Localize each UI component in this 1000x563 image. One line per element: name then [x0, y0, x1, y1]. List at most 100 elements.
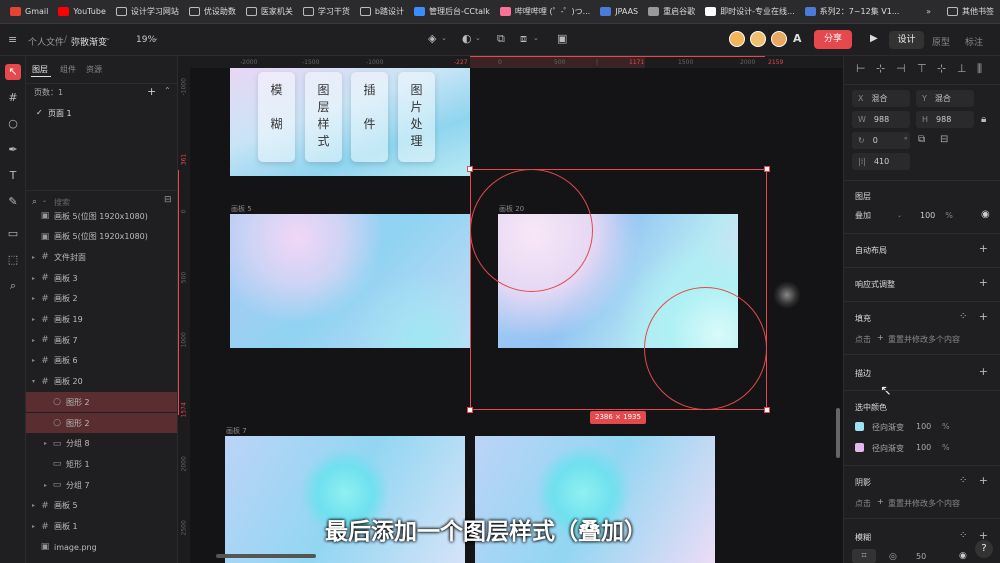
- align-center-h-icon[interactable]: ⊹: [876, 62, 885, 75]
- expand-caret-icon[interactable]: ▸: [32, 295, 40, 302]
- mask-icon[interactable]: ◐: [462, 32, 472, 45]
- align-top-icon[interactable]: ⊤: [917, 62, 927, 75]
- tab-annotate[interactable]: 标注: [965, 35, 983, 48]
- vertical-scrollbar[interactable]: [836, 408, 840, 458]
- resize-handle[interactable]: [764, 407, 770, 413]
- layer-row[interactable]: ▸ ▭ 分组 8: [26, 434, 177, 454]
- card-layer-style[interactable]: 图 层 样 式: [305, 72, 342, 162]
- height-field[interactable]: H 988: [916, 111, 974, 128]
- spacing-field[interactable]: |⁞| 410: [852, 153, 910, 170]
- expand-caret-icon[interactable]: ▸: [32, 357, 40, 364]
- tab-components[interactable]: 组件: [60, 64, 76, 75]
- color-swatch[interactable]: [855, 443, 864, 452]
- distribute-icon[interactable]: ⫼: [977, 62, 982, 76]
- tab-prototype[interactable]: 原型: [932, 35, 950, 48]
- add-shadow-icon[interactable]: +: [979, 474, 988, 487]
- layer-row[interactable]: ▸ # 画板 3: [26, 268, 177, 288]
- component-icon[interactable]: ◈: [428, 32, 436, 45]
- avatar[interactable]: [750, 31, 766, 47]
- add-auto-layout-icon[interactable]: +: [979, 242, 988, 255]
- grid-dots-icon[interactable]: ⁘: [959, 530, 967, 541]
- align-bottom-icon[interactable]: ⊥: [957, 62, 967, 75]
- help-button[interactable]: ?: [975, 540, 993, 558]
- chevron-down-icon[interactable]: ⌄: [533, 34, 539, 42]
- blur-value[interactable]: 50: [916, 552, 926, 561]
- layout-icon[interactable]: ⊟: [164, 195, 172, 205]
- bookmarks-more-button[interactable]: »: [926, 7, 931, 16]
- artboard-5[interactable]: [230, 214, 470, 348]
- avatar[interactable]: [729, 31, 745, 47]
- card-blur[interactable]: 模 糊: [258, 72, 295, 162]
- blend-mode-select[interactable]: 叠加 ⌄: [852, 207, 910, 224]
- width-field[interactable]: W 988: [852, 111, 910, 128]
- expand-caret-icon[interactable]: ▸: [32, 254, 40, 261]
- expand-caret-icon[interactable]: ▸: [32, 337, 40, 344]
- breadcrumb-root[interactable]: 个人文件: [28, 35, 64, 48]
- share-button[interactable]: 分享: [814, 30, 852, 49]
- expand-caret-icon[interactable]: ▾: [32, 378, 40, 385]
- add-responsive-icon[interactable]: +: [979, 276, 988, 289]
- flip-vertical-icon[interactable]: ⊟: [940, 134, 948, 145]
- bookmark-item[interactable]: 重启谷歌: [648, 6, 695, 17]
- plugin-tool-icon[interactable]: ⬚: [5, 252, 21, 268]
- layer-row[interactable]: ▸ # 画板 1: [26, 517, 177, 537]
- add-fill-icon[interactable]: +: [979, 310, 988, 323]
- layer-row[interactable]: ▣ 画板 5(位图 1920x1080): [26, 206, 177, 226]
- ellipse-outline[interactable]: [470, 169, 593, 292]
- x-field[interactable]: X 混合: [852, 90, 910, 107]
- tab-design[interactable]: 设计: [889, 31, 924, 49]
- bookmark-item[interactable]: 系列2：7~12集 V1...: [804, 6, 899, 17]
- resize-handle[interactable]: [467, 407, 473, 413]
- chevron-up-icon[interactable]: ⌃: [164, 86, 171, 95]
- bookmark-item[interactable]: 即时设计-专业在线...: [705, 6, 795, 17]
- play-icon[interactable]: ▶: [870, 33, 878, 44]
- tab-assets[interactable]: 资源: [86, 64, 102, 75]
- grid-dots-icon[interactable]: ⁘: [959, 475, 967, 486]
- layer-row[interactable]: ▭ 矩形 1: [26, 454, 177, 474]
- pen-tool-icon[interactable]: ✒: [5, 142, 21, 158]
- bookmark-item[interactable]: 学习干货: [302, 6, 350, 17]
- align-left-icon[interactable]: ⊢: [856, 62, 866, 75]
- bookmark-item[interactable]: 设计学习网站: [115, 6, 179, 17]
- layer-row[interactable]: ▣ image.png: [26, 537, 177, 557]
- layer-row[interactable]: ▸ # 画板 5: [26, 496, 177, 516]
- chevron-down-icon[interactable]: ⌄: [441, 34, 447, 42]
- font-icon[interactable]: A: [793, 32, 802, 45]
- layer-row[interactable]: ▸ # 画板 6: [26, 351, 177, 371]
- frame-tool-icon[interactable]: #: [5, 90, 21, 106]
- bookmark-item[interactable]: b踏设计: [359, 6, 404, 17]
- ellipse-tool-icon[interactable]: ○: [5, 116, 21, 132]
- expand-caret-icon[interactable]: ▸: [32, 502, 40, 509]
- layer-row[interactable]: ▣ 画板 5(位图 1920x1080): [26, 227, 177, 247]
- select-tool-icon[interactable]: ↖: [5, 64, 21, 80]
- crop-icon[interactable]: ⧉: [497, 32, 505, 46]
- layer-row[interactable]: ▾ # 画板 20: [26, 372, 177, 392]
- expand-caret-icon[interactable]: ▸: [32, 316, 40, 323]
- expand-caret-icon[interactable]: ▸: [32, 523, 40, 530]
- color-swatch[interactable]: [855, 422, 864, 431]
- flip-horizontal-icon[interactable]: ⧉: [918, 134, 925, 145]
- bookmark-item[interactable]: 哔哩哔哩 (゜-゜)つ...: [499, 6, 590, 17]
- expand-caret-icon[interactable]: ▸: [44, 440, 52, 447]
- align-center-v-icon[interactable]: ⊹: [937, 62, 946, 75]
- ellipse-outline[interactable]: [644, 287, 767, 410]
- grid-dots-icon[interactable]: ⁘: [959, 311, 967, 322]
- fill-hint-action[interactable]: 重置并修改多个内容: [888, 334, 960, 345]
- blur-settings-icon[interactable]: ◎: [889, 552, 897, 562]
- file-name[interactable]: 弥散渐变: [71, 35, 107, 48]
- pencil-tool-icon[interactable]: ✎: [5, 194, 21, 210]
- layer-row[interactable]: ▸ # 文件封面: [26, 247, 177, 267]
- eye-icon[interactable]: ◉: [959, 551, 967, 561]
- other-bookmarks[interactable]: 其他书签: [947, 6, 994, 17]
- comment-tool-icon[interactable]: ▭: [5, 226, 21, 242]
- lock-icon[interactable]: 🔒︎: [981, 114, 986, 125]
- expand-caret-icon[interactable]: ▸: [32, 275, 40, 282]
- search-icon[interactable]: ⌕: [5, 278, 21, 294]
- add-stroke-icon[interactable]: +: [979, 365, 988, 378]
- chevron-down-icon[interactable]: ⌄: [153, 34, 159, 42]
- chevron-down-icon[interactable]: ⌄: [105, 34, 111, 42]
- blur-type-icon[interactable]: ⌗: [852, 549, 876, 563]
- align-right-icon[interactable]: ⊣: [896, 62, 906, 75]
- chevron-down-icon[interactable]: ⌄: [42, 197, 47, 204]
- avatar[interactable]: [771, 31, 787, 47]
